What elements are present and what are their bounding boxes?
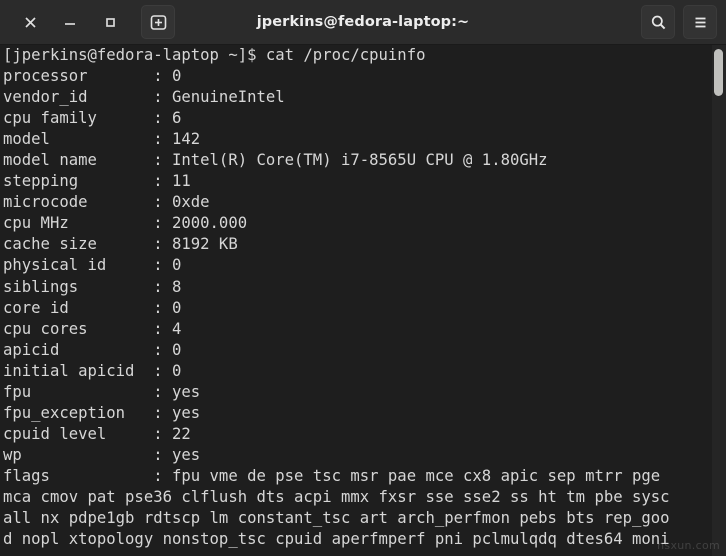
scrollbar-thumb[interactable] (714, 49, 723, 96)
maximize-icon (105, 17, 115, 27)
search-icon (651, 15, 665, 29)
titlebar-right-controls (641, 5, 726, 39)
maximize-button[interactable] (95, 7, 125, 37)
terminal-window: jperkins@fedora-laptop:~ [jperkins@fedor… (0, 0, 726, 556)
minimize-icon (65, 22, 75, 25)
titlebar[interactable]: jperkins@fedora-laptop:~ (0, 0, 726, 45)
hamburger-menu-icon (695, 17, 705, 27)
menu-button[interactable] (683, 5, 717, 39)
terminal-text: [jperkins@fedora-laptop ~]$ cat /proc/cp… (3, 46, 670, 549)
close-button[interactable] (15, 7, 45, 37)
minimize-button[interactable] (55, 7, 85, 37)
terminal-scrollbar[interactable] (712, 45, 726, 556)
titlebar-left-controls (0, 5, 175, 39)
search-button[interactable] (641, 5, 675, 39)
new-tab-icon (150, 14, 166, 30)
terminal-output-area[interactable]: [jperkins@fedora-laptop ~]$ cat /proc/cp… (0, 45, 726, 556)
new-tab-button[interactable] (141, 5, 175, 39)
close-icon (24, 16, 36, 28)
